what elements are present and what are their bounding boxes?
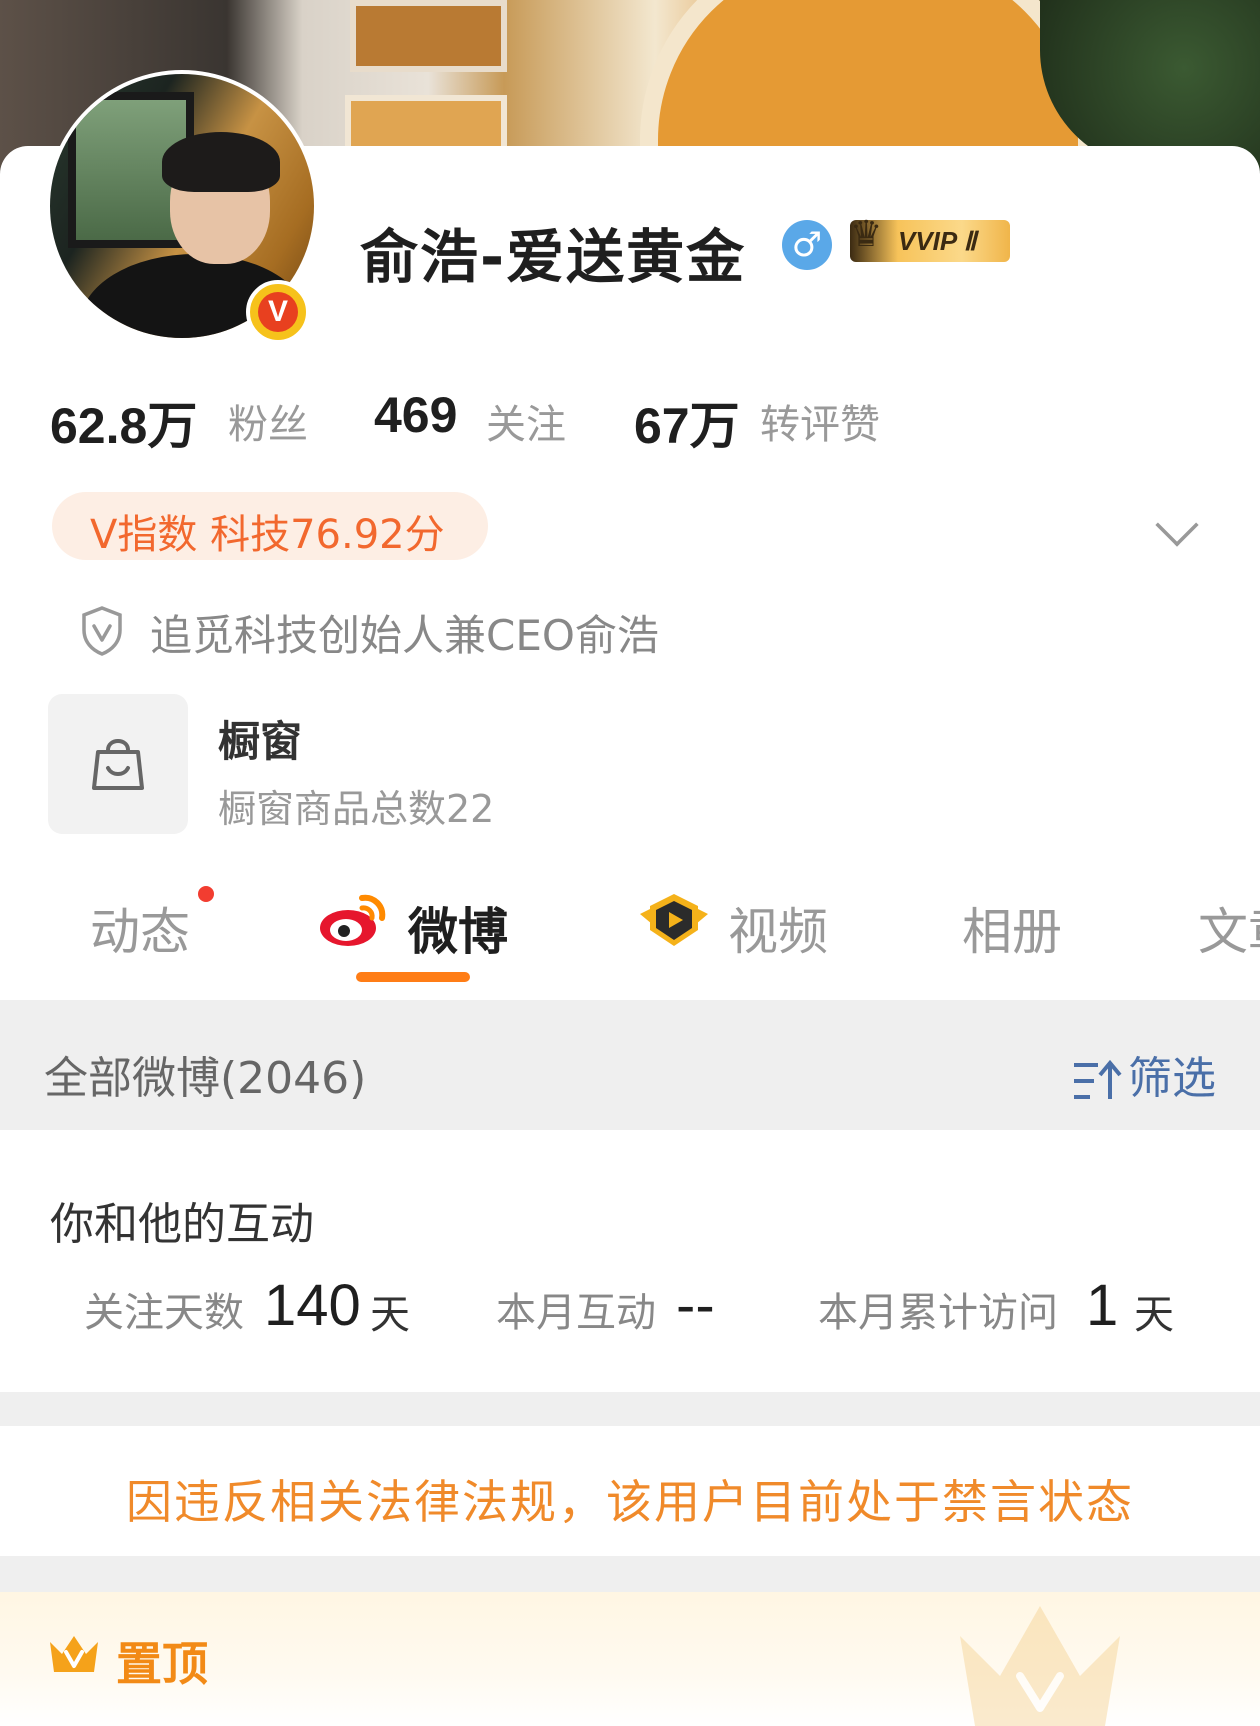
- filter-sort-icon: [1074, 1059, 1122, 1099]
- vvip-label: VVIP Ⅱ: [898, 226, 977, 256]
- tab-video[interactable]: 视频: [728, 892, 828, 964]
- follow-days-unit: 天: [370, 1292, 410, 1338]
- showcase-icon-box[interactable]: [48, 694, 188, 834]
- showcase-subtitle: 橱窗商品总数22: [218, 787, 495, 831]
- tab-dynamics[interactable]: 动态: [90, 892, 190, 964]
- decorative-crown-icon: [960, 1606, 1120, 1726]
- follow-days-value: 140: [264, 1273, 361, 1338]
- pinned-post-header[interactable]: 置顶: [0, 1592, 1260, 1726]
- weibo-logo-icon: [320, 894, 386, 946]
- cover-window: [350, 0, 507, 72]
- showcase-title[interactable]: 橱窗: [218, 708, 302, 769]
- monthly-visits-value: 1: [1086, 1273, 1119, 1338]
- v-index-badge[interactable]: V指数 科技76.92分: [52, 492, 488, 560]
- vvip-badge[interactable]: ♛ VVIP Ⅱ: [850, 214, 1010, 262]
- avatar-hair: [162, 132, 280, 192]
- interaction-title: 你和他的互动: [50, 1199, 314, 1250]
- section-divider: [0, 1392, 1260, 1426]
- notification-dot: [198, 886, 214, 902]
- v-index-label: V指数 科技76.92分: [90, 512, 445, 558]
- filter-button[interactable]: 筛选: [1072, 1042, 1216, 1106]
- verified-v-label: V: [258, 292, 298, 332]
- profile-name: 俞浩-爱送黄金: [360, 223, 747, 291]
- crown-icon: ♛: [850, 214, 883, 255]
- pinned-label: 置顶: [116, 1637, 208, 1691]
- monthly-visits-unit: 天: [1134, 1292, 1174, 1338]
- engagement-count[interactable]: 67万: [634, 386, 740, 458]
- verified-v-icon: V: [246, 280, 310, 344]
- shopping-bag-icon: [92, 739, 144, 790]
- ban-notice: 因违反相关法律法规，该用户目前处于禁言状态: [0, 1426, 1260, 1556]
- verification-text: 追觅科技创始人兼CEO俞浩: [150, 611, 659, 660]
- followers-label[interactable]: 粉丝: [228, 392, 308, 450]
- posts-filter-bar: 全部微博(2046) 筛选: [0, 1000, 1260, 1130]
- monthly-interaction-label: 本月互动: [496, 1290, 656, 1336]
- monthly-visits-label: 本月累计访问: [818, 1290, 1058, 1336]
- follow-days-label: 关注天数: [84, 1290, 244, 1336]
- following-label[interactable]: 关注: [486, 392, 566, 450]
- following-count[interactable]: 469: [374, 386, 457, 444]
- all-posts-count[interactable]: 全部微博(2046): [44, 1042, 366, 1106]
- tab-album[interactable]: 相册: [962, 892, 1062, 964]
- filter-label: 筛选: [1128, 1053, 1216, 1104]
- male-gender-icon: ♂: [782, 220, 832, 270]
- crown-icon: [50, 1636, 98, 1672]
- monthly-interaction-value: --: [676, 1273, 715, 1338]
- tab-weibo[interactable]: 微博: [408, 892, 508, 964]
- section-divider: [0, 1556, 1260, 1592]
- followers-count[interactable]: 62.8万: [50, 386, 197, 458]
- shield-icon: [82, 606, 122, 656]
- tab-articles[interactable]: 文章: [1198, 892, 1260, 964]
- ban-notice-text: 因违反相关法律法规，该用户目前处于禁言状态: [126, 1475, 1134, 1529]
- active-tab-indicator: [356, 972, 470, 982]
- video-play-icon: [640, 894, 708, 946]
- engagement-label[interactable]: 转评赞: [760, 392, 880, 450]
